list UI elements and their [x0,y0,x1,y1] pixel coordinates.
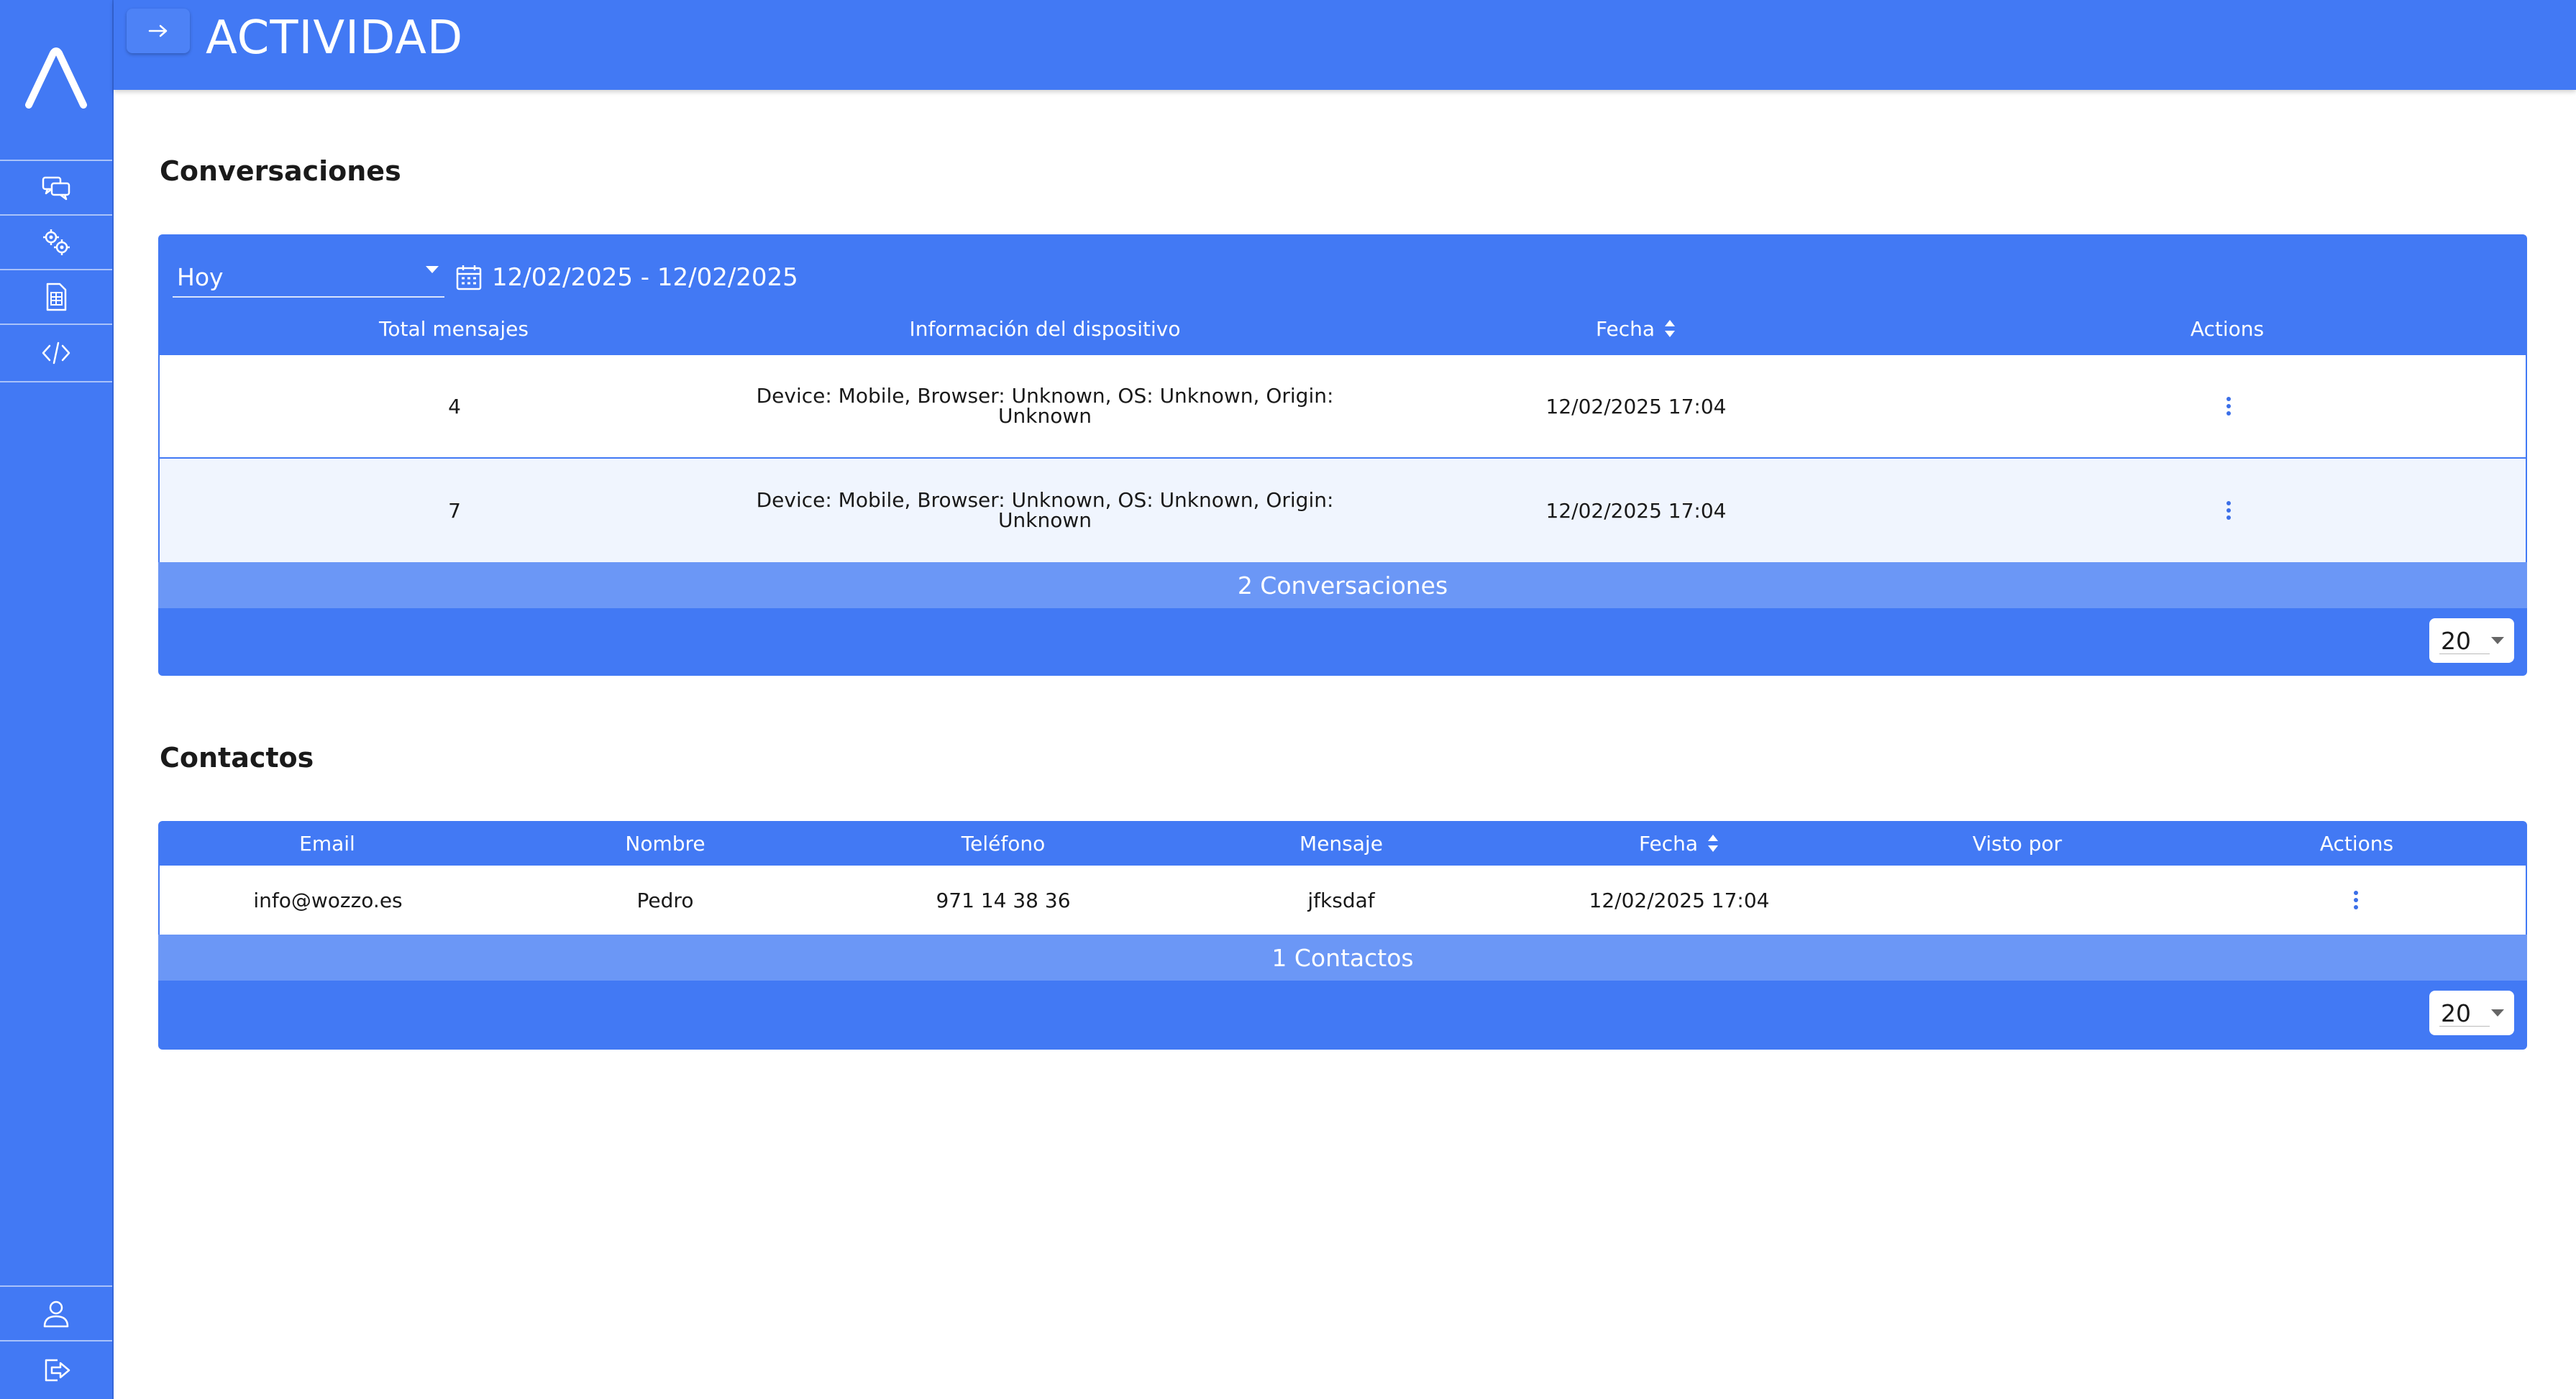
cell-email: info@wozzo.es [253,888,403,912]
conversations-title: Conversaciones [160,155,401,187]
contacts-title: Contactos [160,742,314,774]
contacts-summary: 1 Contactos [158,935,2527,981]
table-row[interactable]: 4 Device: Mobile, Browser: Unknown, OS: … [160,355,2526,457]
conversations-table-header: Total mensajes Información del dispositi… [158,306,2527,351]
calendar-icon[interactable] [455,263,483,292]
page-size-select[interactable]: 20 [2429,991,2514,1035]
cell-name: Pedro [636,888,694,912]
sort-icon[interactable] [1663,318,1676,339]
cell-total: 7 [448,498,461,523]
sidebar-item-documents[interactable] [0,269,112,324]
column-header-email: Email [299,831,355,856]
cell-device-line: Device: Mobile, Browser: Unknown, OS: Un… [756,384,1334,408]
column-header-total: Total mensajes [379,316,529,341]
page-size-value: 20 [2441,626,2471,655]
code-icon [42,341,70,364]
cell-device-line: Unknown [998,404,1092,428]
cell-actions [1932,459,2526,562]
conversations-panel: Hoy 12/02/2025 - 12/02/2025 Total mensaj… [158,234,2527,676]
cell-actions [1932,355,2526,457]
sort-icon[interactable] [1707,832,1719,854]
column-header-phone: Teléfono [961,831,1046,856]
cell-device-line: Unknown [998,508,1092,532]
more-vertical-icon[interactable] [2224,500,2233,521]
cell-message: jfksdaf [1307,888,1375,912]
column-header-name: Nombre [625,831,705,856]
page-title: ACTIVIDAD [206,12,464,65]
cell-date: 12/02/2025 17:04 [1545,394,1727,418]
table-row[interactable]: 7 Device: Mobile, Browser: Unknown, OS: … [160,459,2526,562]
sidebar-toggle-button[interactable] [127,9,190,53]
chevron-down-icon [2491,1009,2504,1017]
column-header-actions: Actions [2319,831,2394,856]
sidebar-item-conversations[interactable] [0,160,112,214]
cell-phone: 971 14 38 36 [936,888,1071,912]
cell-device: Device: Mobile, Browser: Unknown, OS: Un… [749,459,1340,562]
date-range-text[interactable]: 12/02/2025 - 12/02/2025 [492,263,798,292]
conversations-filters: Hoy 12/02/2025 - 12/02/2025 [173,256,798,299]
select-underline [2439,1026,2490,1027]
more-vertical-icon[interactable] [2224,395,2233,417]
chevron-down-icon [426,266,439,273]
chevron-down-icon [2491,637,2504,644]
page-size-value: 20 [2441,999,2471,1027]
column-header-actions: Actions [2190,316,2265,341]
user-icon [43,1301,69,1328]
column-header-seen-by: Visto por [1972,831,2063,856]
cell-device-line: Device: Mobile, Browser: Unknown, OS: Un… [756,488,1334,512]
column-header-device: Información del dispositivo [909,316,1181,341]
document-icon [46,283,67,311]
sidebar-item-code[interactable] [0,324,112,382]
table-row[interactable]: info@wozzo.es Pedro 971 14 38 36 jfksdaf… [160,866,2526,935]
contacts-panel: Email Nombre Teléfono Mensaje Fecha Vist… [158,821,2527,1050]
arrow-right-icon [148,24,168,37]
select-underline [2439,653,2490,654]
page-size-select[interactable]: 20 [2429,618,2514,663]
sidebar-item-profile[interactable] [0,1285,112,1340]
column-header-date-label: Fecha [1638,831,1699,856]
sidebar-item-logout[interactable] [0,1340,112,1399]
logout-icon [45,1359,70,1382]
period-select[interactable]: Hoy [173,257,444,298]
chat-icon [42,176,70,201]
top-bar: ACTIVIDAD [114,0,2576,90]
period-select-value: Hoy [177,262,224,291]
contacts-table-header: Email Nombre Teléfono Mensaje Fecha Vist… [158,821,2527,866]
cell-date: 12/02/2025 17:04 [1589,888,1770,912]
column-header-date-label: Fecha [1595,316,1655,341]
cell-device: Device: Mobile, Browser: Unknown, OS: Un… [749,355,1340,457]
cell-actions [2186,866,2526,935]
more-vertical-icon[interactable] [2352,889,2360,911]
column-header-date[interactable]: Fecha [1510,821,1848,866]
sidebar-item-settings[interactable] [0,214,112,269]
column-header-message: Mensaje [1300,831,1383,856]
settings-icon [43,229,70,255]
logo-lambda[interactable] [22,45,91,114]
cell-date: 12/02/2025 17:04 [1545,498,1727,523]
conversations-summary: 2 Conversaciones [158,562,2527,608]
sidebar [0,0,114,1399]
cell-seen-by [1848,866,2186,935]
cell-total: 4 [448,394,461,418]
column-header-date[interactable]: Fecha [1340,306,1932,351]
